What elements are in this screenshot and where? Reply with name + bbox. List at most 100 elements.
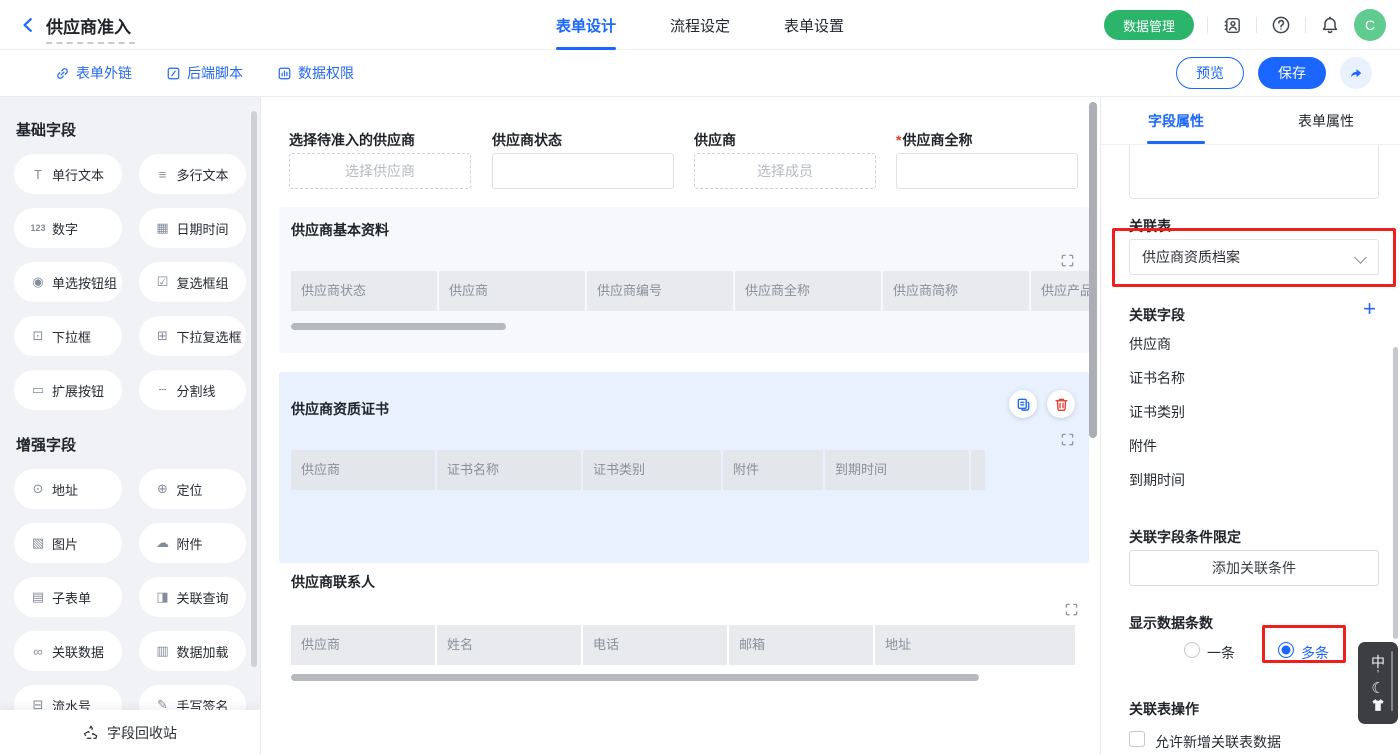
field-type-icon: ☁ <box>153 535 173 551</box>
data-manage-button[interactable]: 数据管理 <box>1104 10 1194 40</box>
field-type-icon: ▦ <box>153 220 173 236</box>
notification-bell-icon[interactable] <box>1319 14 1341 36</box>
expand-icon[interactable] <box>1064 602 1079 617</box>
tab-form-properties[interactable]: 表单属性 <box>1251 97 1400 144</box>
form-design-canvas[interactable]: 选择待准入的供应商 选择供应商 供应商状态 供应商 选择成员 *供应商全称 供应… <box>260 97 1100 755</box>
delete-subform-button[interactable] <box>1047 390 1075 418</box>
permission-icon <box>277 66 292 81</box>
field-label: 供应商状态 <box>492 130 674 150</box>
palette-field-子表单[interactable]: ▤子表单 <box>14 577 122 617</box>
radio-multiple-records-label[interactable]: 多条 <box>1301 643 1329 663</box>
preview-button[interactable]: 预览 <box>1176 57 1244 89</box>
radio-multiple-records[interactable] <box>1278 642 1294 658</box>
palette-section-title: 增强字段 <box>16 434 246 455</box>
palette-field-数字[interactable]: 123数字 <box>14 208 122 248</box>
field-select-pending-supplier[interactable]: 选择待准入的供应商 选择供应商 <box>289 130 471 189</box>
share-button[interactable] <box>1340 57 1372 89</box>
ime-skin-shirt-icon[interactable] <box>1370 698 1386 712</box>
tab-form-design[interactable]: 表单设计 <box>556 0 616 50</box>
data-permission-button[interactable]: 数据权限 <box>277 63 354 83</box>
field-placeholder[interactable]: 选择供应商 <box>289 153 471 189</box>
palette-field-复选框组[interactable]: ☑复选框组 <box>139 262 247 302</box>
main-tabs: 表单设计 流程设定 表单设置 <box>556 0 844 50</box>
address-book-icon[interactable] <box>1221 14 1243 36</box>
palette-field-单行文本[interactable]: T单行文本 <box>14 154 122 194</box>
canvas-scrollbar[interactable] <box>1089 102 1097 438</box>
palette-field-关联数据[interactable]: ∞关联数据 <box>14 631 122 671</box>
allow-add-related-data-checkbox[interactable] <box>1129 731 1145 747</box>
palette-field-图片[interactable]: ▧图片 <box>14 523 122 563</box>
field-name-input[interactable] <box>1129 145 1379 199</box>
field-input[interactable] <box>492 153 674 189</box>
condition-label: 关联字段条件限定 <box>1129 527 1241 547</box>
subform-column-header: 姓名 <box>437 625 581 665</box>
ime-punctuation-icon[interactable]: ʼ <box>1377 671 1379 680</box>
copy-subform-button[interactable] <box>1009 390 1037 418</box>
moon-icon[interactable]: ☾ <box>1371 681 1384 697</box>
field-type-icon: ▧ <box>28 535 48 551</box>
panel-scrollbar[interactable] <box>1393 347 1398 639</box>
subform-supplier-qualification-certificate[interactable]: 供应商资质证书 供应商证书名称证书类别附件到期时间 <box>279 372 1089 563</box>
palette-field-下拉复选框[interactable]: ⊞下拉复选框 <box>139 316 247 356</box>
palette-field-扩展按钮[interactable]: ▭扩展按钮 <box>14 370 122 410</box>
field-recycle-bin-button[interactable]: 字段回收站 <box>0 710 260 755</box>
subform-column-header: 供应商 <box>291 450 435 490</box>
expand-icon[interactable] <box>1060 432 1075 447</box>
link-icon <box>55 66 70 81</box>
add-condition-button[interactable]: 添加关联条件 <box>1129 550 1379 586</box>
sidebar-scrollbar[interactable] <box>251 111 257 667</box>
field-type-icon: ⊡ <box>28 328 48 344</box>
back-icon[interactable] <box>20 16 38 34</box>
field-type-icon: ⊞ <box>153 328 173 344</box>
field-type-icon: ▭ <box>28 382 48 398</box>
page-title[interactable]: 供应商准入 <box>46 13 135 44</box>
field-placeholder[interactable]: 选择成员 <box>694 153 876 189</box>
palette-field-下拉框[interactable]: ⊡下拉框 <box>14 316 122 356</box>
field-input[interactable] <box>896 153 1078 189</box>
related-table-select[interactable]: 供应商资质档案 <box>1129 239 1379 275</box>
palette-field-关联查询[interactable]: ◨关联查询 <box>139 577 247 617</box>
palette-field-地址[interactable]: ⊙地址 <box>14 469 122 509</box>
palette-field-附件[interactable]: ☁附件 <box>139 523 247 563</box>
field-type-icon: ▤ <box>28 589 48 605</box>
palette-field-多行文本[interactable]: ≡多行文本 <box>139 154 247 194</box>
tab-field-properties[interactable]: 字段属性 <box>1101 97 1251 144</box>
external-link-button[interactable]: 表单外链 <box>55 63 132 83</box>
field-type-label: 关联数据 <box>52 642 104 661</box>
field-supplier-full-name[interactable]: *供应商全称 <box>896 130 1078 189</box>
allow-add-related-data-label[interactable]: 允许新增关联表数据 <box>1155 732 1281 752</box>
subform-column-header: 供应商简称 <box>883 271 1029 311</box>
save-button[interactable]: 保存 <box>1258 57 1326 89</box>
palette-field-定位[interactable]: ⊕定位 <box>139 469 247 509</box>
field-supplier-status[interactable]: 供应商状态 <box>492 130 674 189</box>
palette-field-日期时间[interactable]: ▦日期时间 <box>139 208 247 248</box>
horizontal-scrollbar[interactable] <box>291 674 979 681</box>
field-type-label: 数据加载 <box>177 642 229 661</box>
add-related-field-icon[interactable]: + <box>1363 298 1376 320</box>
script-icon <box>166 66 181 81</box>
field-supplier[interactable]: 供应商 选择成员 <box>694 130 876 189</box>
field-type-label: 扩展按钮 <box>52 381 104 400</box>
field-type-label: 附件 <box>177 534 203 553</box>
horizontal-scrollbar[interactable] <box>291 323 506 330</box>
field-label: *供应商全称 <box>896 130 1078 150</box>
palette-field-单选按钮组[interactable]: ◉单选按钮组 <box>14 262 122 302</box>
share-arrow-icon <box>1348 65 1364 81</box>
expand-icon[interactable] <box>1060 253 1075 268</box>
radio-single-record-label[interactable]: 一条 <box>1207 643 1235 663</box>
subform-header-row: 供应商证书名称证书类别附件到期时间 <box>291 450 1089 490</box>
tab-flow-settings[interactable]: 流程设定 <box>670 0 730 50</box>
help-icon[interactable] <box>1270 14 1292 36</box>
tab-form-settings[interactable]: 表单设置 <box>784 0 844 50</box>
field-palette-sidebar: 基础字段T单行文本≡多行文本123数字▦日期时间◉单选按钮组☑复选框组⊡下拉框⊞… <box>0 97 260 755</box>
ime-status-bar: 中 ʼ ☾ <box>1358 642 1398 724</box>
user-avatar[interactable]: C <box>1354 9 1386 41</box>
palette-field-数据加载[interactable]: ▥数据加载 <box>139 631 247 671</box>
radio-single-record[interactable] <box>1184 642 1200 658</box>
palette-field-分割线[interactable]: ┄分割线 <box>139 370 247 410</box>
field-type-label: 单行文本 <box>52 165 104 184</box>
subform-supplier-basic-info[interactable]: 供应商基本资料 供应商状态供应商供应商编号供应商全称供应商简称供应产品类别 <box>279 207 1089 353</box>
backend-script-button[interactable]: 后端脚本 <box>166 63 243 83</box>
ime-language-indicator[interactable]: 中 <box>1371 654 1385 670</box>
field-type-label: 定位 <box>177 480 203 499</box>
